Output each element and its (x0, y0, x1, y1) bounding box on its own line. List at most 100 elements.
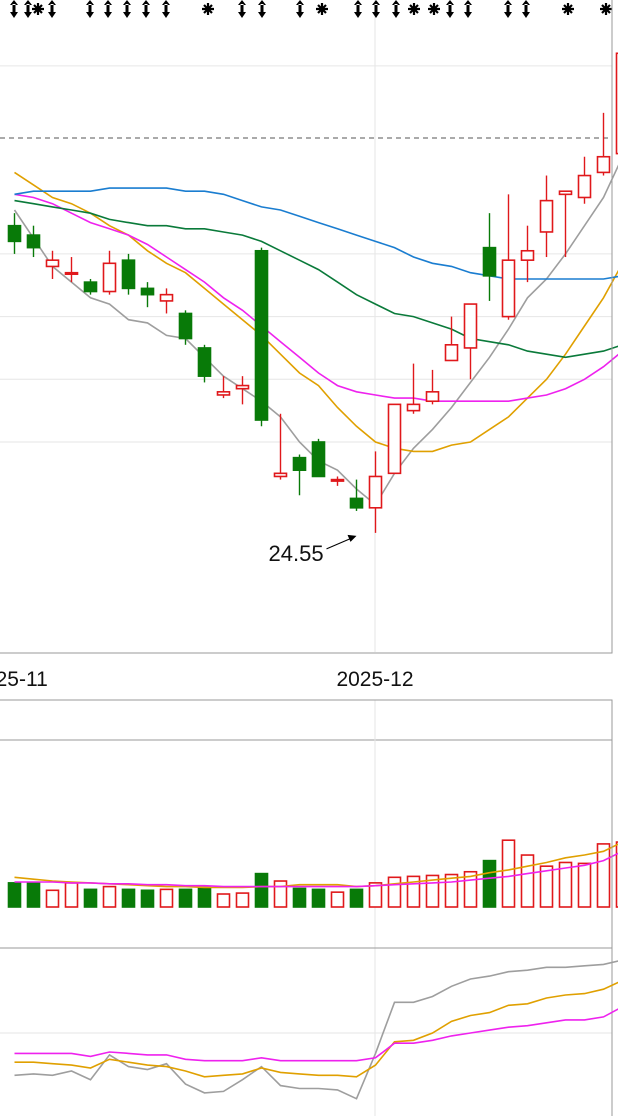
volume-bar (501, 839, 516, 908)
volume-bar (178, 888, 193, 908)
candle-body (539, 199, 554, 233)
signal-star-marker (600, 3, 612, 15)
candle-body (463, 303, 478, 349)
indicator-line-2 (14, 1008, 618, 1062)
signal-arrow-marker (522, 0, 530, 18)
volume-bar (140, 889, 155, 908)
volume-bar (7, 882, 22, 908)
candle-body (596, 155, 611, 174)
candle (235, 376, 250, 405)
signal-arrow-marker (504, 0, 512, 18)
signal-arrow-marker (296, 0, 304, 18)
volume-panel-border (0, 699, 613, 1116)
volume-bar (596, 843, 611, 908)
volume-bar (197, 886, 212, 908)
signal-arrow-marker (258, 0, 266, 18)
stock-chart: 24.55 2025-11 2025-12 (0, 0, 618, 1116)
signal-arrow-marker (24, 0, 32, 18)
candle-body (482, 246, 497, 277)
candle-body (254, 249, 269, 421)
candle-body (83, 281, 98, 293)
candle (577, 156, 592, 204)
signal-star-marker (562, 3, 574, 15)
candle (292, 454, 307, 496)
candle-body (558, 190, 573, 196)
candle-body (311, 441, 326, 478)
signal-arrow-marker (10, 0, 18, 18)
signal-arrow-marker (86, 0, 94, 18)
candle (539, 175, 554, 258)
low-annotation: 24.55 (269, 534, 357, 566)
candle (444, 316, 459, 362)
volume-bar (311, 888, 326, 908)
signal-arrow-marker (48, 0, 56, 18)
volume-bar (539, 865, 554, 908)
candle (140, 282, 155, 308)
candle (330, 476, 345, 486)
signal-arrow-marker (354, 0, 362, 18)
signal-arrow-marker (372, 0, 380, 18)
candlesticks (7, 52, 618, 533)
candle (197, 344, 212, 383)
signal-arrow-marker (392, 0, 400, 18)
candle-body (178, 312, 193, 340)
volume-bar (121, 888, 136, 908)
indicator-lines (14, 960, 618, 1100)
candle-body (577, 174, 592, 199)
candle-body (292, 456, 307, 471)
candle-body (121, 259, 136, 290)
candle-body (349, 497, 364, 509)
signal-star-marker (202, 3, 214, 15)
volume-bar (387, 876, 402, 908)
candle-body (45, 259, 60, 268)
volume-bar (83, 888, 98, 908)
volume-panel (0, 699, 618, 1116)
candle (26, 225, 41, 258)
candle-body (330, 478, 345, 482)
candle-body (368, 475, 383, 509)
candle-body (406, 403, 421, 412)
x-axis: 2025-11 2025-12 (0, 668, 414, 691)
volume-bar (64, 882, 79, 908)
candle (482, 213, 497, 301)
signal-arrow-marker (162, 0, 170, 18)
candle-body (7, 224, 22, 243)
volume-bar (102, 885, 117, 908)
volume-bar (273, 880, 288, 908)
candle-body (501, 259, 516, 318)
candle (596, 112, 611, 176)
candle (387, 403, 402, 475)
candle-body (102, 262, 117, 293)
volume-bar (159, 888, 174, 908)
candle (45, 250, 60, 279)
candle (121, 253, 136, 295)
signal-star-marker (32, 3, 44, 15)
signal-arrow-marker (142, 0, 150, 18)
candle (501, 194, 516, 320)
price-panel: 24.55 (0, 0, 618, 654)
candle (83, 278, 98, 295)
indicator-panel (0, 948, 618, 1116)
volume-grid (0, 700, 612, 1116)
volume-bar (216, 893, 231, 908)
volume-bar (520, 854, 535, 908)
candle (102, 250, 117, 295)
indicator-grid (0, 948, 613, 1116)
candle-body (197, 347, 212, 377)
candle-body (520, 249, 535, 261)
x-tick-label-dec: 2025-12 (336, 668, 413, 691)
candle (254, 247, 269, 427)
volume-bar (45, 889, 60, 908)
indicator-line-1 (14, 981, 618, 1078)
signal-star-marker (316, 3, 328, 15)
signal-arrow-marker (123, 0, 131, 18)
annotation-arrowhead (347, 534, 357, 542)
volume-bar (292, 887, 307, 908)
candle-body (235, 384, 250, 390)
candle (159, 288, 174, 314)
candle (520, 225, 535, 283)
volume-bar (482, 859, 497, 908)
candle (311, 438, 326, 478)
signal-arrow-marker (464, 0, 472, 18)
candle (463, 303, 478, 380)
